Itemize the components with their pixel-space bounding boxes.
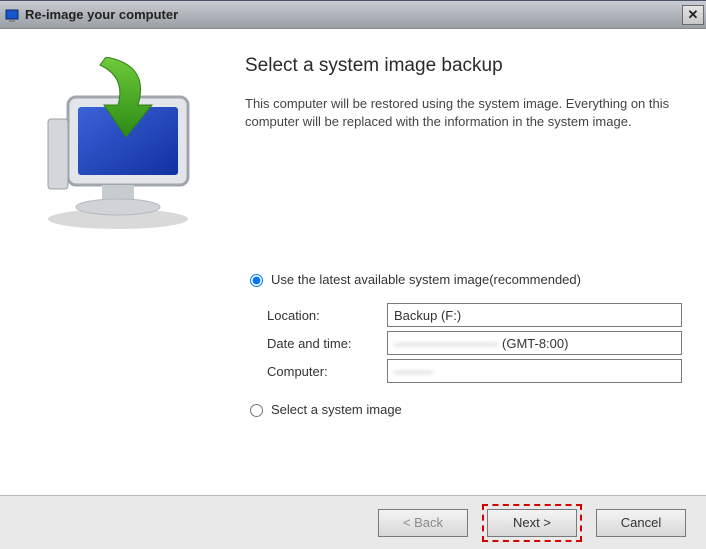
titlebar: Re-image your computer ✕	[0, 1, 706, 29]
app-icon	[4, 7, 20, 23]
next-button[interactable]: Next >	[487, 509, 577, 537]
page-description: This computer will be restored using the…	[245, 95, 682, 131]
label-datetime: Date and time:	[267, 336, 387, 351]
text-location: Backup (F:)	[394, 308, 461, 323]
button-bar: < Back Next > Cancel	[0, 495, 706, 549]
value-computer: ———	[387, 359, 682, 383]
label-location: Location:	[267, 308, 387, 323]
restore-graphic-icon	[18, 57, 218, 227]
next-button-highlight: Next >	[482, 504, 582, 542]
back-button-label: < Back	[403, 515, 443, 530]
option-use-latest[interactable]: Use the latest available system image(re…	[245, 271, 682, 287]
text-datetime-redacted: ————————	[394, 336, 498, 351]
option-select-image[interactable]: Select a system image	[245, 401, 682, 417]
option-use-latest-label: Use the latest available system image(re…	[271, 272, 581, 287]
text-computer-redacted: ———	[394, 364, 433, 379]
cancel-button[interactable]: Cancel	[596, 509, 686, 537]
window-title: Re-image your computer	[25, 7, 682, 22]
content-area: Select a system image backup This comput…	[0, 29, 706, 495]
row-computer: Computer: ———	[267, 359, 682, 383]
cancel-button-label: Cancel	[621, 515, 661, 530]
back-button[interactable]: < Back	[378, 509, 468, 537]
wizard-window: Re-image your computer ✕	[0, 0, 706, 549]
value-datetime: ———————— (GMT-8:00)	[387, 331, 682, 355]
value-location: Backup (F:)	[387, 303, 682, 327]
radio-select-image[interactable]	[250, 404, 263, 417]
radio-use-latest[interactable]	[250, 274, 263, 287]
text-datetime-tz: (GMT-8:00)	[502, 336, 568, 351]
label-computer: Computer:	[267, 364, 387, 379]
row-datetime: Date and time: ———————— (GMT-8:00)	[267, 331, 682, 355]
row-location: Location: Backup (F:)	[267, 303, 682, 327]
option-select-image-label: Select a system image	[271, 402, 402, 417]
page-heading: Select a system image backup	[245, 55, 682, 77]
right-pane: Select a system image backup This comput…	[235, 29, 706, 495]
latest-image-details: Location: Backup (F:) Date and time: ———…	[267, 303, 682, 383]
close-icon: ✕	[688, 7, 699, 23]
next-button-label: Next >	[513, 515, 551, 530]
close-button[interactable]: ✕	[682, 5, 704, 25]
left-pane	[0, 29, 235, 495]
